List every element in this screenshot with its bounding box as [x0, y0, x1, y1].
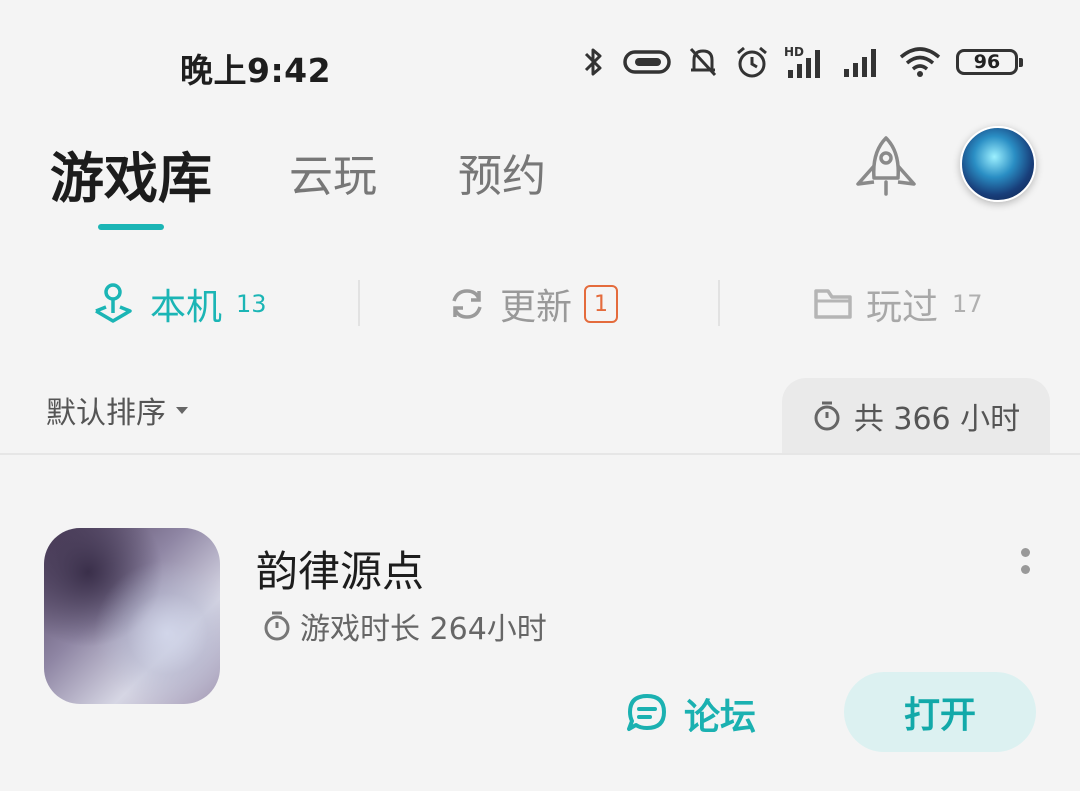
rocket-icon[interactable]	[852, 134, 920, 200]
game-playtime: 游戏时长 264小时	[262, 604, 547, 648]
timer-icon	[814, 401, 840, 431]
subtab-played[interactable]: 玩过 17	[812, 280, 983, 328]
battery-level: 96	[973, 51, 1001, 73]
bell-off-icon	[689, 47, 717, 77]
subtab-local[interactable]: 本机 13	[88, 280, 267, 328]
total-playtime-text: 共 366 小时	[853, 402, 1021, 437]
svg-text:HD: HD	[784, 45, 804, 59]
chevron-down-icon	[176, 407, 188, 414]
status-icons: HD 96	[578, 40, 1023, 84]
subtab-local-label: 本机	[150, 287, 223, 328]
tab-game-library[interactable]: 游戏库	[50, 134, 212, 213]
subtab-divider	[718, 280, 720, 326]
tab-cloud-play[interactable]: 云玩	[289, 140, 377, 204]
refresh-icon	[452, 289, 482, 319]
battery-icon: 96	[956, 49, 1023, 75]
forum-icon	[627, 694, 666, 731]
forum-button[interactable]: 论坛	[624, 688, 756, 740]
update-count-badge: 1	[584, 285, 619, 323]
local-device-icon	[95, 283, 132, 323]
subtab-played-label: 玩过	[866, 287, 939, 328]
forum-label: 论坛	[684, 697, 757, 738]
link-icon	[623, 50, 671, 74]
timer-icon	[264, 611, 290, 641]
open-button[interactable]: 打开	[844, 672, 1036, 752]
subtab-update[interactable]: 更新 1	[446, 280, 619, 328]
bluetooth-icon	[584, 48, 602, 76]
game-icon[interactable]	[44, 528, 220, 704]
active-tab-indicator	[98, 224, 164, 230]
tab-reservation[interactable]: 预约	[458, 140, 546, 204]
subtab-update-label: 更新	[500, 287, 573, 328]
hd-signal-icon: HD	[784, 45, 820, 78]
game-playtime-text: 游戏时长 264小时	[300, 612, 547, 647]
sort-label: 默认排序	[46, 396, 166, 431]
folder-icon	[814, 289, 852, 319]
total-playtime: 共 366 小时	[782, 378, 1050, 454]
subtab-played-count: 17	[952, 290, 983, 318]
game-name[interactable]: 韵律源点	[256, 538, 424, 599]
more-options-icon[interactable]	[1020, 548, 1030, 574]
subtab-divider	[358, 280, 360, 326]
avatar[interactable]	[960, 126, 1036, 202]
alarm-icon	[737, 46, 767, 78]
divider	[0, 453, 1080, 455]
sort-dropdown[interactable]: 默认排序	[46, 388, 190, 432]
subtab-local-count: 13	[236, 290, 267, 318]
wifi-icon	[899, 47, 941, 77]
status-time: 晚上9:42	[180, 51, 332, 90]
signal-icon	[844, 49, 876, 77]
